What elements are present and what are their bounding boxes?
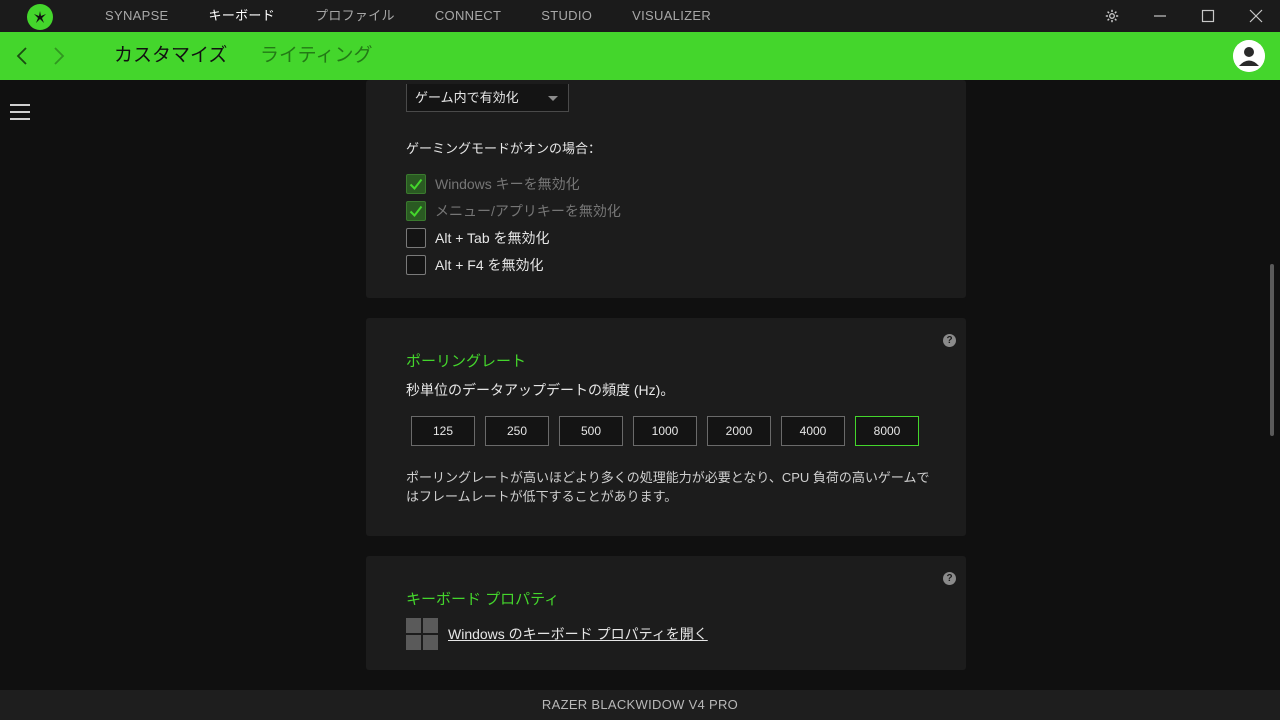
- checkbox[interactable]: [406, 174, 426, 194]
- scrollbar-thumb[interactable]: [1270, 264, 1274, 436]
- option-label: Windows キーを無効化: [435, 176, 580, 192]
- gaming-mode-card: ゲーム内で有効化 ゲーミングモードがオンの場合： Windows キーを無効化 …: [366, 80, 966, 298]
- option-label: メニュー/アプリキーを無効化: [435, 203, 621, 219]
- rate-button-8000[interactable]: 8000: [855, 416, 919, 446]
- polling-rate-card: ? ポーリングレート 秒単位のデータアップデートの頻度 (Hz)。 125 25…: [366, 318, 966, 536]
- title-bar: SYNAPSE キーボード プロファイル CONNECT STUDIO VISU…: [0, 0, 1280, 32]
- maximize-icon: [1201, 9, 1215, 23]
- menu-line: [10, 104, 30, 106]
- sub-header: カスタマイズ ライティング: [0, 32, 1280, 80]
- rate-button-4000[interactable]: 4000: [781, 416, 845, 446]
- minimize-button[interactable]: [1136, 0, 1184, 32]
- top-nav: SYNAPSE キーボード プロファイル CONNECT STUDIO VISU…: [85, 0, 731, 32]
- checkbox[interactable]: [406, 201, 426, 221]
- checkmark-icon: [409, 178, 423, 191]
- polling-rate-description: 秒単位のデータアップデートの頻度 (Hz)。: [406, 382, 675, 398]
- gaming-mode-heading: ゲーミングモードがオンの場合：: [406, 141, 602, 156]
- tab-lighting[interactable]: ライティング: [260, 32, 372, 80]
- option-disable-windows-key[interactable]: Windows キーを無効化: [406, 174, 580, 194]
- minimize-icon: [1154, 15, 1166, 17]
- rate-button-250[interactable]: 250: [485, 416, 549, 446]
- nav-visualizer[interactable]: VISUALIZER: [612, 0, 731, 32]
- nav-connect[interactable]: CONNECT: [415, 0, 521, 32]
- menu-icon[interactable]: [10, 104, 30, 120]
- polling-rate-note: ポーリングレートが高いほどより多くの処理能力が必要となり、CPU 負荷の高いゲー…: [406, 470, 930, 504]
- gaming-mode-dropdown[interactable]: ゲーム内で有効化: [406, 84, 569, 112]
- option-disable-alt-f4[interactable]: Alt + F4 を無効化: [406, 255, 544, 275]
- menu-line: [10, 111, 30, 113]
- gear-icon: [1105, 9, 1119, 23]
- help-icon[interactable]: ?: [943, 334, 956, 347]
- checkbox[interactable]: [406, 228, 426, 248]
- rate-button-125[interactable]: 125: [411, 416, 475, 446]
- option-disable-menu-key[interactable]: メニュー/アプリキーを無効化: [406, 201, 621, 221]
- help-icon[interactable]: ?: [943, 572, 956, 585]
- device-name-footer: RAZER BLACKWIDOW V4 PRO: [0, 690, 1280, 720]
- checkbox[interactable]: [406, 255, 426, 275]
- user-icon: [1233, 40, 1265, 72]
- avatar[interactable]: [1233, 40, 1265, 72]
- menu-line: [10, 118, 30, 120]
- chevron-right-icon: [54, 47, 65, 65]
- close-icon: [1249, 9, 1263, 23]
- caret-down-icon: [548, 96, 558, 101]
- rate-button-2000[interactable]: 2000: [707, 416, 771, 446]
- back-button[interactable]: [10, 44, 34, 68]
- window-controls: [1088, 0, 1280, 32]
- nav-studio[interactable]: STUDIO: [521, 0, 612, 32]
- keyboard-properties-title: キーボード プロパティ: [406, 591, 560, 608]
- keyboard-properties-card: ? キーボード プロパティ Windows のキーボード プロパティを開く: [366, 556, 966, 670]
- maximize-button[interactable]: [1184, 0, 1232, 32]
- polling-rate-options: 125 250 500 1000 2000 4000 8000: [411, 416, 929, 446]
- razer-snake-icon: [34, 11, 46, 23]
- windows-logo-icon: [406, 618, 438, 650]
- tab-customize[interactable]: カスタマイズ: [114, 32, 227, 80]
- nav-keyboard[interactable]: キーボード: [189, 0, 296, 32]
- dropdown-value: ゲーム内で有効化: [415, 90, 519, 105]
- nav-profile[interactable]: プロファイル: [295, 0, 415, 32]
- checkmark-icon: [409, 205, 423, 218]
- nav-synapse[interactable]: SYNAPSE: [85, 0, 189, 32]
- option-label: Alt + F4 を無効化: [435, 257, 544, 273]
- forward-button[interactable]: [47, 44, 71, 68]
- close-button[interactable]: [1232, 0, 1280, 32]
- rate-button-500[interactable]: 500: [559, 416, 623, 446]
- chevron-left-icon: [16, 47, 27, 65]
- razer-logo-icon[interactable]: [27, 4, 53, 30]
- settings-button[interactable]: [1088, 0, 1136, 32]
- open-keyboard-properties-link[interactable]: Windows のキーボード プロパティを開く: [448, 624, 708, 644]
- option-label: Alt + Tab を無効化: [435, 230, 550, 246]
- rate-button-1000[interactable]: 1000: [633, 416, 697, 446]
- option-disable-alt-tab[interactable]: Alt + Tab を無効化: [406, 228, 550, 248]
- polling-rate-title: ポーリングレート: [406, 353, 527, 370]
